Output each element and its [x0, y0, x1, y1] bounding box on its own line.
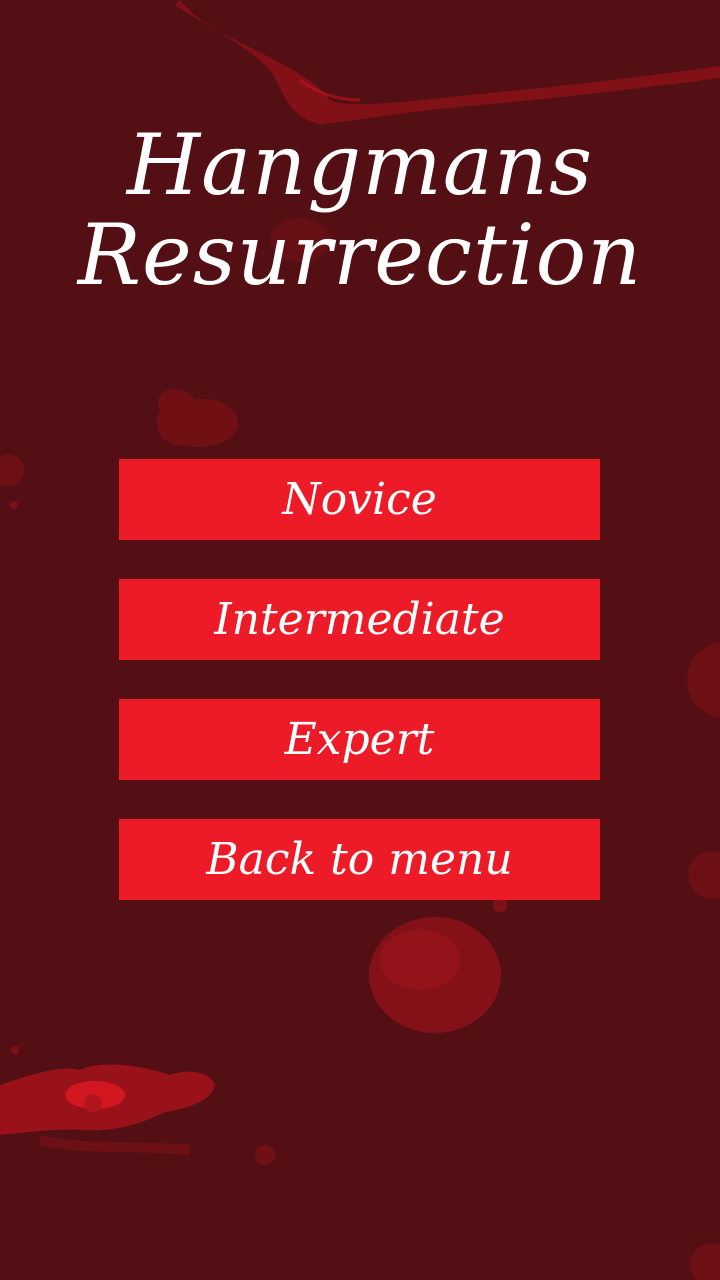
blood-drop-right-1 — [687, 642, 720, 718]
novice-button[interactable]: Novice — [119, 459, 600, 540]
title-line-1: Hangmans — [126, 116, 594, 214]
blood-smear-bottom-left — [38, 1135, 191, 1155]
blood-blob-left — [156, 389, 239, 447]
title-line-2: Resurrection — [77, 206, 643, 304]
blood-drop-right-2 — [688, 851, 720, 899]
blood-drop-bottom-3 — [690, 1243, 720, 1280]
expert-button[interactable]: Expert — [119, 699, 600, 780]
blood-drop-bottom-2 — [11, 1046, 19, 1054]
game-title: Hangmans Resurrection — [0, 120, 720, 300]
intermediate-button[interactable]: Intermediate — [119, 579, 600, 660]
blood-drop-bottom-1 — [255, 1145, 275, 1165]
blood-drop-small-1 — [493, 898, 507, 912]
blood-drop-left-2 — [10, 501, 18, 509]
blood-streak-top — [175, 0, 720, 124]
game-screen: Hangmans Resurrection Novice Intermediat… — [0, 0, 720, 1280]
blood-drop-left-1 — [0, 454, 24, 486]
back-to-menu-button[interactable]: Back to menu — [119, 819, 600, 900]
